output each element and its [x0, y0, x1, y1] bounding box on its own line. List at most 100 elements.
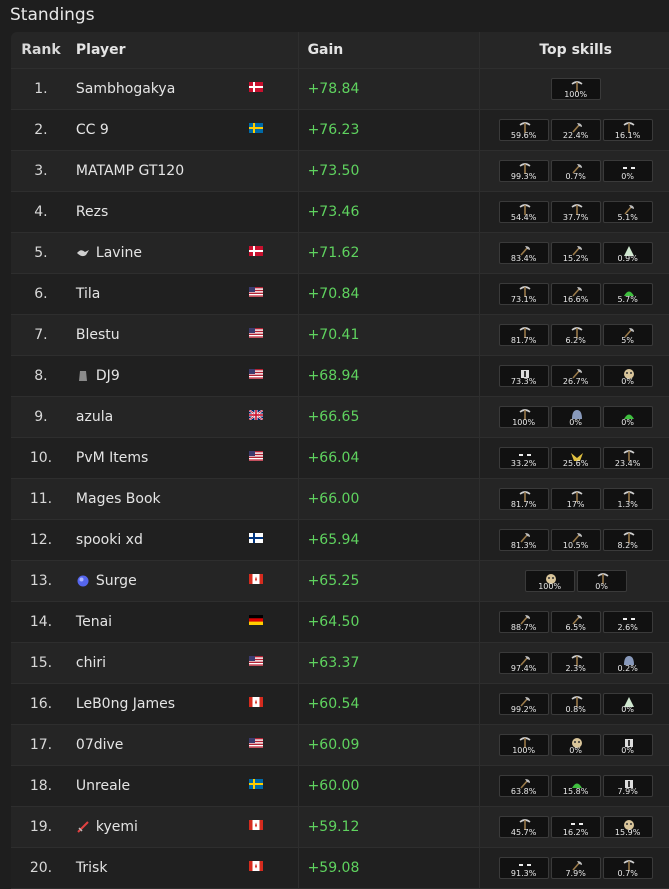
skill-chip[interactable]: 2.3%	[550, 652, 601, 674]
header-player[interactable]: Player	[71, 32, 298, 68]
skill-percent: 6.2%	[565, 336, 586, 345]
skill-chip[interactable]: 0.9%	[602, 242, 653, 264]
skill-chip[interactable]: 81.7%	[498, 488, 549, 510]
skill-chip[interactable]: 37.7%	[550, 201, 601, 223]
skill-chip[interactable]: 81.7%	[498, 324, 549, 346]
skill-chip[interactable]: 45.7%	[498, 816, 549, 838]
player-name[interactable]: azula	[76, 409, 113, 425]
skill-chip[interactable]: 0.2%	[602, 652, 653, 674]
skill-chip[interactable]: 100%	[498, 406, 549, 428]
player-name[interactable]: MATAMP GT120	[76, 163, 184, 179]
skill-chip[interactable]: 1.3%	[602, 488, 653, 510]
skill-chip[interactable]: 83.4%	[498, 242, 549, 264]
skill-chip[interactable]: 0%	[602, 693, 653, 715]
player-name[interactable]: Sambhogakya	[76, 81, 175, 97]
player-name[interactable]: Tenai	[76, 614, 112, 630]
top-skills-cell: 54.4% 37.7% 5.1%	[479, 192, 669, 232]
skill-chip[interactable]: 2.6%	[602, 611, 653, 633]
flag-ca-icon	[248, 820, 263, 830]
skill-chip[interactable]: 16.2%	[550, 816, 601, 838]
player-name[interactable]: Rezs	[76, 204, 108, 220]
skill-chip[interactable]: 100%	[498, 734, 549, 756]
gain-cell: +60.09	[297, 725, 480, 765]
skill-chip[interactable]: 7.9%	[602, 775, 653, 797]
player-name[interactable]: chiri	[76, 655, 106, 671]
skill-percent: 91.3%	[510, 869, 537, 878]
header-gain[interactable]: Gain	[297, 32, 480, 68]
skill-chip[interactable]: 26.7%	[550, 365, 601, 387]
skill-percent: 15.8%	[562, 787, 589, 796]
skill-chip[interactable]: 0%	[576, 570, 627, 592]
skill-chip[interactable]: 23.4%	[602, 447, 653, 469]
table-row: 18. Unreale +60.00 63.8% 15.8% 7.9%	[11, 766, 669, 807]
player-name[interactable]: Unreale	[76, 778, 130, 794]
skill-chip[interactable]: 15.8%	[550, 775, 601, 797]
skill-chip[interactable]: 17%	[550, 488, 601, 510]
flag-us-icon	[248, 369, 263, 379]
skill-chip[interactable]: 16.1%	[602, 119, 653, 141]
top-skills-cell: 100% 0%	[479, 561, 669, 601]
skill-chip[interactable]: 15.2%	[550, 242, 601, 264]
skill-chip[interactable]: 10.5%	[550, 529, 601, 551]
skill-chip[interactable]: 97.4%	[498, 652, 549, 674]
header-rank[interactable]: Rank	[11, 42, 71, 58]
skill-chip[interactable]: 0.7%	[550, 160, 601, 182]
skill-chip[interactable]: 8.2%	[602, 529, 653, 551]
skill-chip[interactable]: 91.3%	[498, 857, 549, 879]
skill-chip[interactable]: 33.2%	[498, 447, 549, 469]
skill-chip[interactable]: 0.8%	[550, 693, 601, 715]
rank-cell: 7.	[34, 327, 48, 343]
player-cell: DJ9	[71, 356, 298, 396]
player-name[interactable]: Tila	[76, 286, 100, 302]
player-name[interactable]: DJ9	[96, 368, 120, 384]
skill-chip[interactable]: 99.3%	[498, 160, 549, 182]
skill-chip[interactable]: 5.1%	[602, 201, 653, 223]
player-name[interactable]: Lavine	[96, 245, 142, 261]
skill-chip[interactable]: 22.4%	[550, 119, 601, 141]
rank-cell: 6.	[34, 286, 48, 302]
skill-chip[interactable]: 5.7%	[602, 283, 653, 305]
skill-chip[interactable]: 7.9%	[550, 857, 601, 879]
player-name[interactable]: 07dive	[76, 737, 124, 753]
skill-chip[interactable]: 0%	[602, 160, 653, 182]
skill-percent: 5.7%	[617, 295, 638, 304]
skill-percent: 73.3%	[510, 377, 537, 386]
player-name[interactable]: PvM Items	[76, 450, 148, 466]
skill-chip[interactable]: 59.6%	[498, 119, 549, 141]
armour-icon	[78, 371, 87, 381]
player-name[interactable]: spooki xd	[76, 532, 143, 548]
skill-chip[interactable]: 100%	[524, 570, 575, 592]
skill-chip[interactable]: 63.8%	[498, 775, 549, 797]
skill-chip[interactable]: 0%	[602, 365, 653, 387]
player-name[interactable]: Mages Book	[76, 491, 161, 507]
skill-percent: 59.6%	[510, 131, 537, 140]
skill-chip[interactable]: 6.5%	[550, 611, 601, 633]
player-name[interactable]: Blestu	[76, 327, 120, 343]
skill-chip[interactable]: 0%	[550, 406, 601, 428]
gain-cell: +71.62	[297, 233, 480, 273]
skill-chip[interactable]: 6.2%	[550, 324, 601, 346]
skill-chip[interactable]: 99.2%	[498, 693, 549, 715]
skill-chip[interactable]: 15.9%	[602, 816, 653, 838]
skill-chip[interactable]: 5%	[602, 324, 653, 346]
skill-chip[interactable]: 81.3%	[498, 529, 549, 551]
skill-chip[interactable]: 88.7%	[498, 611, 549, 633]
player-name[interactable]: LeB0ng James	[76, 696, 175, 712]
skill-chip[interactable]: 0%	[602, 734, 653, 756]
player-name[interactable]: Trisk	[76, 860, 108, 876]
skill-chip[interactable]: 16.6%	[550, 283, 601, 305]
player-name[interactable]: CC 9	[76, 122, 109, 138]
skill-chip[interactable]: 73.3%	[498, 365, 549, 387]
skill-chip[interactable]: 73.1%	[498, 283, 549, 305]
skill-percent: 0.8%	[565, 705, 586, 714]
skill-chip[interactable]: 0%	[602, 406, 653, 428]
player-name[interactable]: Surge	[96, 573, 137, 589]
flag-us-icon	[248, 738, 263, 748]
skill-chip[interactable]: 0.7%	[602, 857, 653, 879]
skill-chip[interactable]: 54.4%	[498, 201, 549, 223]
skill-chip[interactable]: 100%	[550, 78, 601, 100]
player-name[interactable]: kyemi	[96, 819, 138, 835]
skill-chip[interactable]: 25.6%	[550, 447, 601, 469]
skill-chip[interactable]: 0%	[550, 734, 601, 756]
skill-percent: 8.2%	[617, 541, 638, 550]
